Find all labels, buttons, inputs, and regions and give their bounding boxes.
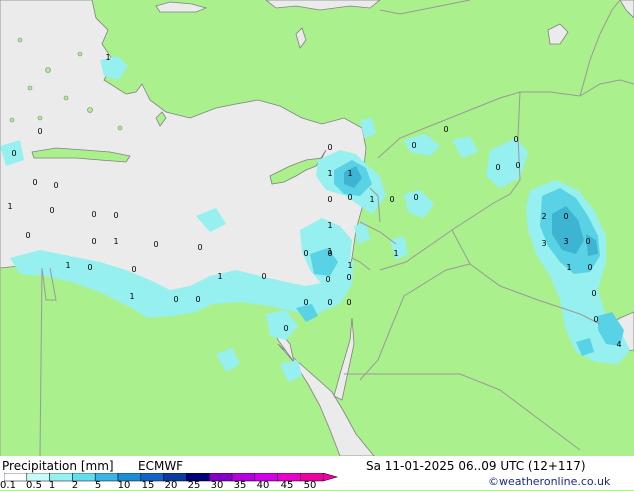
precip-value-label: 0	[91, 210, 96, 219]
scale-label: 5	[94, 480, 102, 491]
precip-value-label: 1	[217, 272, 222, 281]
precip-value-label: 0	[131, 265, 136, 274]
precip-value-label: 1	[113, 237, 118, 246]
precip-value-label: 0	[347, 193, 352, 202]
precip-value-label: 0	[53, 181, 58, 190]
scale-label: 2	[71, 480, 79, 491]
precip-value-label: 0	[411, 141, 416, 150]
precip-value-label: 1	[393, 249, 398, 258]
precip-value-label: 0	[91, 237, 96, 246]
precip-value-label: 0	[327, 143, 332, 152]
precip-value-label: 0	[303, 249, 308, 258]
precip-value-label: 0	[32, 178, 37, 187]
precip-value-label: 0	[261, 272, 266, 281]
precip-value-label: 0	[587, 263, 592, 272]
precip-value-label: 0	[513, 135, 518, 144]
scale-label: 0.1	[0, 480, 16, 491]
precipitation-map: 1 0 0 0 0 1 0 0 0 0 0 1 1 0 0 1 0 1 0 0 1 1 1 0 0 0 0 1 0 1 0 0 0 0 0 0 0 0 0 1…	[0, 0, 634, 457]
precip-value-label: 0	[563, 212, 568, 221]
precip-value-label: 0	[37, 127, 42, 136]
precip-value-label: 1	[327, 221, 332, 230]
precip-value-label: 1	[129, 292, 134, 301]
precip-value-label: 1	[369, 195, 374, 204]
precip-value-label: 0	[49, 206, 54, 215]
credit-label: ©weatheronline.co.uk	[488, 475, 611, 488]
precip-value-label: 0	[346, 298, 351, 307]
precip-value-label: 0	[197, 243, 202, 252]
precip-value-label: 0	[11, 149, 16, 158]
datetime-label: Sa 11-01-2025 06..09 UTC (12+117)	[366, 459, 586, 473]
precip-value-label: 1	[327, 169, 332, 178]
scale-label: 0.5	[26, 480, 42, 491]
precip-value-label: 0	[327, 298, 332, 307]
precip-value-label: 1	[65, 261, 70, 270]
title-label: Precipitation [mm]	[2, 459, 114, 473]
precip-value-label: 0	[515, 161, 520, 170]
precip-value-label: 0	[113, 211, 118, 220]
precip-value-label: 0	[25, 231, 30, 240]
scale-label: 25	[187, 480, 201, 491]
precip-value-label: 0	[591, 289, 596, 298]
precip-value-label: 0	[87, 263, 92, 272]
scale-label: 50	[303, 480, 317, 491]
precip-value-label: 3	[563, 237, 568, 246]
precip-value-label: 0	[593, 315, 598, 324]
precip-value-label: 0	[327, 195, 332, 204]
precip-value-label: 0	[413, 193, 418, 202]
scale-label: 40	[256, 480, 270, 491]
precip-value-label: 0	[195, 295, 200, 304]
precip-value-label: 0	[327, 249, 332, 258]
scale-label: 20	[164, 480, 178, 491]
precip-value-label: 1	[347, 169, 352, 178]
scale-label: 1	[48, 480, 56, 491]
precip-value-label: 1	[347, 261, 352, 270]
precip-value-label: 0	[173, 295, 178, 304]
precip-value-label: 2	[541, 212, 546, 221]
precip-value-label: 0	[283, 324, 288, 333]
precip-value-label: 0	[346, 273, 351, 282]
scale-label: 30	[210, 480, 224, 491]
scale-label: 10	[117, 480, 131, 491]
scale-label: 15	[141, 480, 155, 491]
precip-value-label: 0	[495, 163, 500, 172]
precip-value-label: 0	[585, 237, 590, 246]
precip-value-label: 0	[443, 125, 448, 134]
precip-value-label: 0	[325, 275, 330, 284]
precip-value-label: 1	[7, 202, 12, 211]
scale-arrow	[322, 473, 339, 482]
precip-value-label: 0	[389, 195, 394, 204]
precip-value-label: 3	[541, 239, 546, 248]
precip-value-label: 0	[303, 298, 308, 307]
precip-value-label: 1	[566, 263, 571, 272]
precip-value-label: 0	[153, 240, 158, 249]
map-canvas: 1 0 0 0 0 1 0 0 0 0 0 1 1 0 0 1 0 1 0 0 1 1 1 0 0 0 0 1 0 1 0 0 0 0 0 0 0 0 0 1…	[0, 0, 634, 457]
precip-value-label: 1	[105, 53, 110, 62]
scale-label: 35	[233, 480, 247, 491]
scale-label: 45	[280, 480, 294, 491]
model-label: ECMWF	[138, 459, 184, 473]
map-footer: Precipitation [mm] ECMWF Sa 11-01-2025 0…	[0, 456, 634, 491]
precip-value-label: 4	[616, 340, 621, 349]
